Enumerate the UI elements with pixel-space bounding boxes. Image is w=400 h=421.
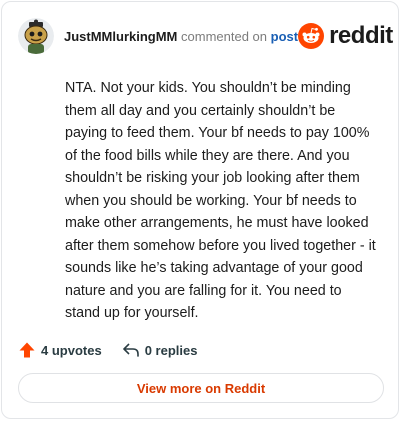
- reddit-logo-icon: [298, 23, 325, 49]
- upvote-count: 4 upvotes: [41, 342, 102, 358]
- reddit-wordmark: reddit: [329, 22, 393, 49]
- comment-body: NTA. Not your kids. You shouldn’t be min…: [65, 80, 376, 321]
- username-link[interactable]: JustMMlurkingMM: [64, 29, 177, 44]
- reply-arrow-icon: [122, 343, 139, 357]
- action-text: commented on: [181, 28, 268, 44]
- reddit-brand[interactable]: reddit: [298, 22, 393, 50]
- reply-count: 0 replies: [144, 342, 198, 358]
- post-link[interactable]: post: [271, 29, 298, 44]
- reply-button[interactable]: 0 replies: [122, 341, 198, 359]
- comment-actions: 4 upvotes 0 replies: [18, 340, 197, 360]
- snoo-avatar-icon: [18, 18, 54, 54]
- comment-meta: JustMMlurkingMM commented on post: [64, 29, 298, 44]
- upvote-button[interactable]: 4 upvotes: [18, 341, 102, 359]
- user-avatar[interactable]: [18, 18, 54, 54]
- comment-header: JustMMlurkingMM commented on post reddit: [18, 16, 393, 56]
- view-more-button[interactable]: View more on Reddit: [18, 373, 384, 403]
- comment-embed-card: JustMMlurkingMM commented on post reddit…: [1, 1, 399, 419]
- upvote-arrow-icon: [19, 342, 35, 358]
